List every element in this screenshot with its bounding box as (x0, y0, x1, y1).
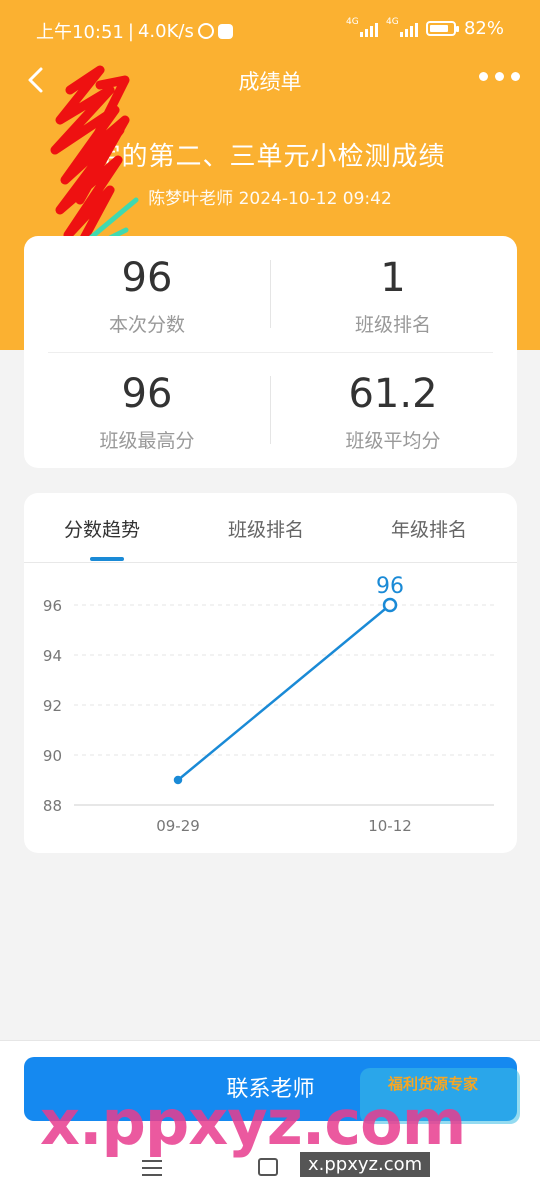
battery-icon (425, 21, 459, 36)
menu-icon[interactable] (142, 1160, 162, 1181)
y-tick-label: 88 (43, 797, 62, 815)
data-label: 96 (376, 574, 404, 599)
x-tick-label: 09-29 (156, 817, 200, 835)
system-nav-bar (0, 1150, 540, 1190)
current-score-value: 96 (121, 255, 173, 301)
y-tick-label: 94 (43, 647, 62, 665)
watermark-small-text: x.ppxyz.com (300, 1152, 431, 1177)
signal-icon: 4G (346, 17, 378, 37)
class-highest: 96 班级最高分 (24, 374, 270, 453)
score-summary-card: 96 本次分数 1 班级排名 96 班级最高分 61.2 班级平均分 (24, 236, 517, 468)
tab-class-rank[interactable]: 班级排名 (228, 515, 304, 542)
divider (270, 376, 271, 444)
divider (48, 352, 493, 353)
y-tick-label: 92 (43, 697, 62, 715)
qq-icon (217, 23, 233, 39)
alarm-icon (197, 23, 214, 39)
tab-score-trend[interactable]: 分数趋势 (64, 515, 140, 542)
y-tick-label: 96 (43, 597, 62, 615)
class-average-label: 班级平均分 (345, 430, 441, 452)
status-bar: 上午10:51 | 4.0K/s 4G 4G 82% (0, 0, 540, 60)
trend-chart-card: 分数趋势 班级排名 年级排名 96 94 92 90 88 09-29 10-12 96 (24, 493, 517, 853)
battery-percent: 82% (463, 18, 504, 39)
y-tick-label: 90 (43, 747, 62, 765)
data-point (173, 775, 183, 785)
status-time: 上午10:51 (36, 22, 124, 43)
x-tick-label: 10-12 (368, 817, 412, 835)
tab-active-indicator (90, 557, 124, 561)
divider (270, 260, 271, 328)
class-highest-value: 96 (121, 371, 173, 417)
tab-grade-rank[interactable]: 年级排名 (391, 515, 467, 542)
current-score: 96 本次分数 (24, 258, 270, 337)
class-highest-label: 班级最高分 (99, 430, 195, 452)
tab-bar: 分数趋势 班级排名 年级排名 (24, 493, 517, 563)
class-rank-label: 班级排名 (354, 314, 431, 336)
status-separator: | (127, 20, 134, 42)
status-speed: 4.0K/s (137, 20, 194, 42)
home-icon[interactable] (258, 1158, 278, 1176)
signal-icon-2: 4G (386, 17, 418, 37)
class-average-value: 61.2 (348, 371, 438, 417)
class-rank: 1 班级排名 (270, 258, 516, 337)
score-trend-chart: 96 94 92 90 88 09-29 10-12 96 (43, 574, 494, 835)
more-options-icon[interactable] (479, 72, 520, 81)
current-score-label: 本次分数 (108, 314, 185, 336)
class-rank-value: 1 (380, 255, 406, 301)
watermark-text: x.ppxyz.com (40, 1086, 466, 1159)
trend-line (177, 604, 391, 781)
data-point (382, 597, 398, 613)
class-average: 61.2 班级平均分 (270, 374, 516, 453)
